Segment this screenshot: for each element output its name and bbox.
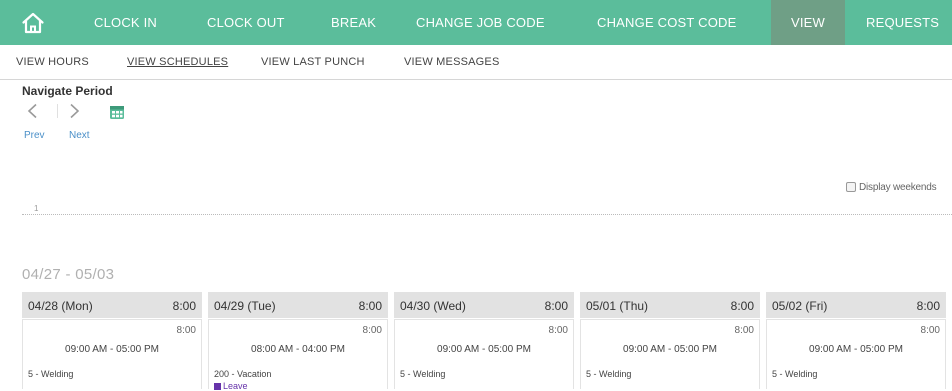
nav-clock-in[interactable]: CLOCK IN	[94, 0, 157, 45]
nav-requests[interactable]: REQUESTS	[866, 0, 939, 45]
shift-time: 09:00 AM - 05:00 PM	[623, 344, 717, 355]
shift-card[interactable]: 8:00 09:00 AM - 05:00 PM 5 - Welding	[22, 319, 202, 389]
day-column-wed: 04/30 (Wed) 8:00 8:00 09:00 AM - 05:00 P…	[394, 292, 574, 389]
day-total-hours: 8:00	[730, 299, 754, 313]
home-button[interactable]	[18, 8, 48, 38]
shift-card[interactable]: 8:00 09:00 AM - 05:00 PM 5 - Welding	[580, 319, 760, 389]
day-header: 05/02 (Fri) 8:00	[766, 292, 946, 318]
nav-arrow-divider	[57, 104, 58, 118]
home-icon	[22, 12, 44, 34]
day-column-thu: 05/01 (Thu) 8:00 8:00 09:00 AM - 05:00 P…	[580, 292, 760, 389]
day-header: 04/28 (Mon) 8:00	[22, 292, 202, 318]
day-header: 04/29 (Tue) 8:00	[208, 292, 388, 318]
navigate-period-title: Navigate Period	[22, 84, 113, 98]
day-date: 04/29 (Tue)	[214, 299, 276, 313]
shift-hours: 8:00	[920, 325, 940, 336]
nav-break[interactable]: BREAK	[331, 0, 376, 45]
shift-hours: 8:00	[734, 325, 754, 336]
shift-hours: 8:00	[362, 325, 382, 336]
subnav-view-last-punch[interactable]: VIEW LAST PUNCH	[261, 56, 365, 68]
prev-link[interactable]: Prev	[24, 130, 45, 141]
leave-label: Leave	[223, 381, 248, 391]
week-divider	[22, 214, 952, 215]
day-total-hours: 8:00	[544, 299, 568, 313]
shift-job-code: 5 - Welding	[400, 369, 446, 379]
chevron-left-icon[interactable]	[26, 103, 40, 119]
display-weekends-label: Display weekends	[859, 181, 937, 193]
day-column-fri: 05/02 (Fri) 8:00 8:00 09:00 AM - 05:00 P…	[766, 292, 946, 389]
top-navigation-bar: CLOCK IN CLOCK OUT BREAK CHANGE JOB CODE…	[0, 0, 952, 45]
subnav-view-schedules[interactable]: VIEW SCHEDULES	[127, 56, 228, 68]
shift-hours: 8:00	[176, 325, 196, 336]
shift-time: 09:00 AM - 05:00 PM	[65, 344, 159, 355]
shift-time: 09:00 AM - 05:00 PM	[437, 344, 531, 355]
shift-card[interactable]: 8:00 09:00 AM - 05:00 PM 5 - Welding	[394, 319, 574, 389]
shift-job-code: 5 - Welding	[28, 369, 74, 379]
week-index-label: 1	[34, 204, 39, 213]
subnav-view-messages[interactable]: VIEW MESSAGES	[404, 56, 500, 68]
nav-view[interactable]: VIEW	[771, 0, 845, 45]
shift-job-code: 5 - Welding	[586, 369, 632, 379]
period-range-title: 04/27 - 05/03	[22, 266, 115, 283]
display-weekends-checkbox[interactable]	[846, 182, 856, 192]
nav-clock-out[interactable]: CLOCK OUT	[207, 0, 285, 45]
day-date: 05/01 (Thu)	[586, 299, 649, 313]
nav-change-job-code[interactable]: CHANGE JOB CODE	[416, 0, 545, 45]
day-total-hours: 8:00	[358, 299, 382, 313]
day-date: 05/02 (Fri)	[772, 299, 828, 313]
chevron-right-icon[interactable]	[67, 103, 81, 119]
display-weekends-toggle: Display weekends	[846, 180, 937, 194]
shift-time: 08:00 AM - 04:00 PM	[251, 344, 345, 355]
shift-time: 09:00 AM - 05:00 PM	[809, 344, 903, 355]
leave-badge: Leave	[214, 381, 248, 391]
subnav-view-hours[interactable]: VIEW HOURS	[16, 56, 89, 68]
shift-card[interactable]: 8:00 08:00 AM - 04:00 PM 200 - Vacation …	[208, 319, 388, 391]
shift-card[interactable]: 8:00 09:00 AM - 05:00 PM 5 - Welding	[766, 319, 946, 389]
leave-square-icon	[214, 382, 221, 390]
calendar-icon[interactable]	[109, 104, 125, 120]
day-header: 05/01 (Thu) 8:00	[580, 292, 760, 318]
sub-navigation-bar: VIEW HOURS VIEW SCHEDULES VIEW LAST PUNC…	[0, 45, 952, 80]
shift-hours: 8:00	[548, 325, 568, 336]
day-column-mon: 04/28 (Mon) 8:00 8:00 09:00 AM - 05:00 P…	[22, 292, 202, 389]
day-total-hours: 8:00	[916, 299, 940, 313]
day-total-hours: 8:00	[172, 299, 196, 313]
shift-job-code: 5 - Welding	[772, 369, 818, 379]
shift-job-code: 200 - Vacation	[214, 369, 272, 379]
day-date: 04/28 (Mon)	[28, 299, 93, 313]
day-date: 04/30 (Wed)	[400, 299, 466, 313]
nav-change-cost-code[interactable]: CHANGE COST CODE	[597, 0, 736, 45]
day-column-tue: 04/29 (Tue) 8:00 8:00 08:00 AM - 04:00 P…	[208, 292, 388, 391]
next-link[interactable]: Next	[69, 130, 90, 141]
day-header: 04/30 (Wed) 8:00	[394, 292, 574, 318]
